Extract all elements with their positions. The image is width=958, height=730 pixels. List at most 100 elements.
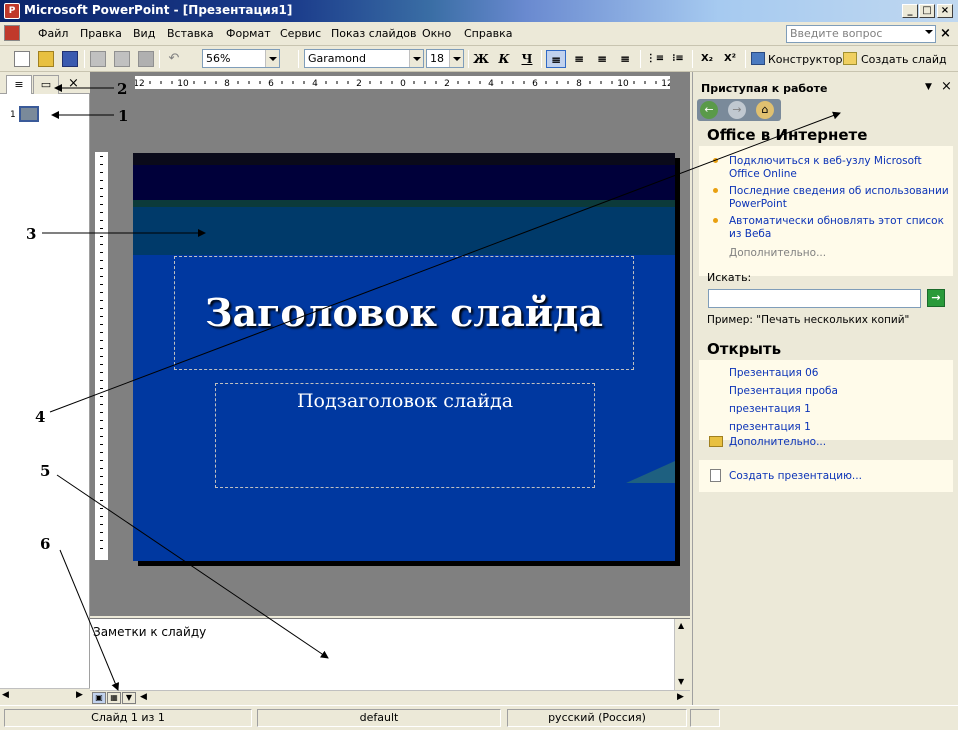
vertical-ruler-tick [100, 276, 103, 277]
help-search-input[interactable]: Введите вопрос [786, 25, 936, 43]
ruler-tick [556, 81, 558, 84]
left-horizontal-scrollbar[interactable]: ◀ ▶ [0, 688, 90, 705]
link-more-files[interactable]: Дополнительно... [729, 436, 826, 449]
italic-button[interactable]: К [494, 50, 514, 68]
zoom-select[interactable]: 56% [202, 49, 280, 68]
notes-pane[interactable]: Заметки к слайду ▲ ▼ [90, 618, 690, 691]
font-size-select[interactable]: 18 [426, 49, 464, 68]
recent-file-4[interactable]: презентация 1 [729, 421, 811, 434]
menu-file[interactable]: Файл [38, 27, 68, 40]
vertical-ruler-tick [100, 524, 103, 525]
ruler-tick [369, 81, 371, 84]
maximize-button[interactable]: □ [919, 4, 935, 18]
ruler-tick [259, 81, 261, 84]
bullet-list-button[interactable]: ⁝≡ [668, 50, 688, 68]
font-select[interactable]: Garamond [304, 49, 424, 68]
menu-edit[interactable]: Правка [80, 27, 122, 40]
notes-placeholder[interactable]: Заметки к слайду [93, 625, 206, 639]
pane-close-button[interactable]: × [68, 76, 79, 91]
slide-subtitle-placeholder[interactable]: Подзаголовок слайда [215, 383, 595, 488]
vertical-ruler-tick [100, 388, 103, 389]
vertical-ruler-tick [100, 260, 103, 261]
scroll-right-icon[interactable]: ▶ [677, 692, 684, 702]
ruler-tick [171, 81, 173, 84]
paste-icon[interactable] [114, 51, 130, 67]
numbered-list-button[interactable]: ⋮≡ [645, 50, 665, 68]
superscript-button[interactable]: X² [720, 50, 740, 68]
justify-button[interactable]: ≡ [615, 50, 635, 68]
menu-window[interactable]: Окно [422, 27, 451, 40]
chevron-down-icon[interactable] [409, 50, 423, 67]
link-auto-update[interactable]: Автоматически обновлять этот список из В… [729, 215, 949, 241]
search-go-icon[interactable]: → [927, 289, 945, 307]
menu-tools[interactable]: Сервис [280, 27, 321, 40]
recent-file-1[interactable]: Презентация 06 [729, 367, 818, 380]
forward-icon[interactable]: → [728, 101, 746, 119]
link-latest-news[interactable]: Последние сведения об использовании Powe… [729, 185, 949, 211]
link-create-presentation[interactable]: Создать презентацию... [729, 470, 862, 483]
menu-help[interactable]: Справка [464, 27, 512, 40]
menu-view[interactable]: Вид [133, 27, 155, 40]
save-icon[interactable] [62, 51, 78, 67]
slide-sorter-icon[interactable]: ▦ [107, 692, 121, 704]
format-painter-icon[interactable] [138, 51, 154, 67]
view-buttons-bar: ▣ ▦ ▼ ◀ ▶ [90, 690, 690, 705]
document-icon[interactable] [4, 25, 20, 41]
ruler-label: 8 [224, 79, 230, 89]
powerpoint-icon[interactable]: P [4, 3, 20, 19]
home-icon[interactable]: ⌂ [756, 101, 774, 119]
menu-slideshow[interactable]: Показ слайдов [331, 27, 417, 40]
open-folder-icon[interactable] [38, 51, 54, 67]
link-office-online[interactable]: Подключиться к веб-узлу Microsoft Office… [729, 155, 949, 181]
ruler-tick [204, 81, 206, 84]
new-slide-button[interactable]: Создать слайд [861, 53, 947, 66]
vertical-ruler-tick [100, 492, 103, 493]
designer-button[interactable]: Конструктор [768, 53, 842, 66]
cut-icon[interactable] [90, 51, 106, 67]
slide-title-placeholder[interactable]: Заголовок слайда [174, 256, 634, 370]
link-more-online[interactable]: Дополнительно... [729, 247, 826, 260]
tab-outline[interactable]: ≡ [6, 75, 32, 94]
document-close-button[interactable]: × [940, 26, 951, 41]
tab-slides[interactable]: ▭ [33, 75, 59, 94]
vertical-ruler-tick [100, 220, 103, 221]
menu-bar: Файл Правка Вид Вставка Формат Сервис По… [0, 22, 958, 46]
vertical-ruler-tick [100, 308, 103, 309]
align-right-button[interactable]: ≡ [592, 50, 612, 68]
ruler-tick [424, 81, 426, 84]
scroll-left-icon[interactable]: ◀ [140, 692, 147, 702]
bold-button[interactable]: Ж [471, 50, 491, 68]
close-button[interactable]: × [937, 4, 953, 18]
ruler-tick [545, 81, 547, 84]
vertical-ruler-tick [100, 476, 103, 477]
chevron-down-icon[interactable] [265, 50, 279, 67]
align-left-button[interactable]: ≡ [546, 50, 566, 68]
minimize-button[interactable]: _ [902, 4, 918, 18]
normal-view-icon[interactable]: ▣ [92, 692, 106, 704]
task-pane-close-button[interactable]: × [941, 79, 952, 94]
chevron-down-icon[interactable] [925, 30, 933, 34]
recent-file-2[interactable]: Презентация проба [729, 385, 838, 398]
menu-insert[interactable]: Вставка [167, 27, 214, 40]
back-icon[interactable]: ← [700, 101, 718, 119]
align-center-button[interactable]: ≡ [569, 50, 589, 68]
slideshow-icon[interactable]: ▼ [122, 692, 136, 704]
new-file-icon[interactable] [14, 51, 30, 67]
slide-thumbnail[interactable] [19, 106, 39, 122]
ruler-tick [303, 81, 305, 84]
vertical-ruler-tick [100, 468, 103, 469]
menu-format[interactable]: Формат [226, 27, 271, 40]
underline-button[interactable]: Ч [517, 50, 537, 68]
vertical-ruler-tick [100, 196, 103, 197]
chevron-down-icon[interactable]: ▼ [925, 82, 932, 92]
undo-icon[interactable]: ↶ [166, 51, 182, 67]
subscript-button[interactable]: X₂ [697, 50, 717, 68]
vertical-ruler-tick [100, 348, 103, 349]
chevron-down-icon[interactable] [449, 50, 463, 67]
recent-file-3[interactable]: презентация 1 [729, 403, 811, 416]
notes-scrollbar[interactable]: ▲ ▼ [674, 619, 690, 691]
task-pane-search-input[interactable] [708, 289, 921, 308]
slide-canvas[interactable]: Заголовок слайда Подзаголовок слайда [133, 153, 675, 561]
vertical-ruler [95, 152, 109, 560]
ruler-tick [237, 81, 239, 84]
